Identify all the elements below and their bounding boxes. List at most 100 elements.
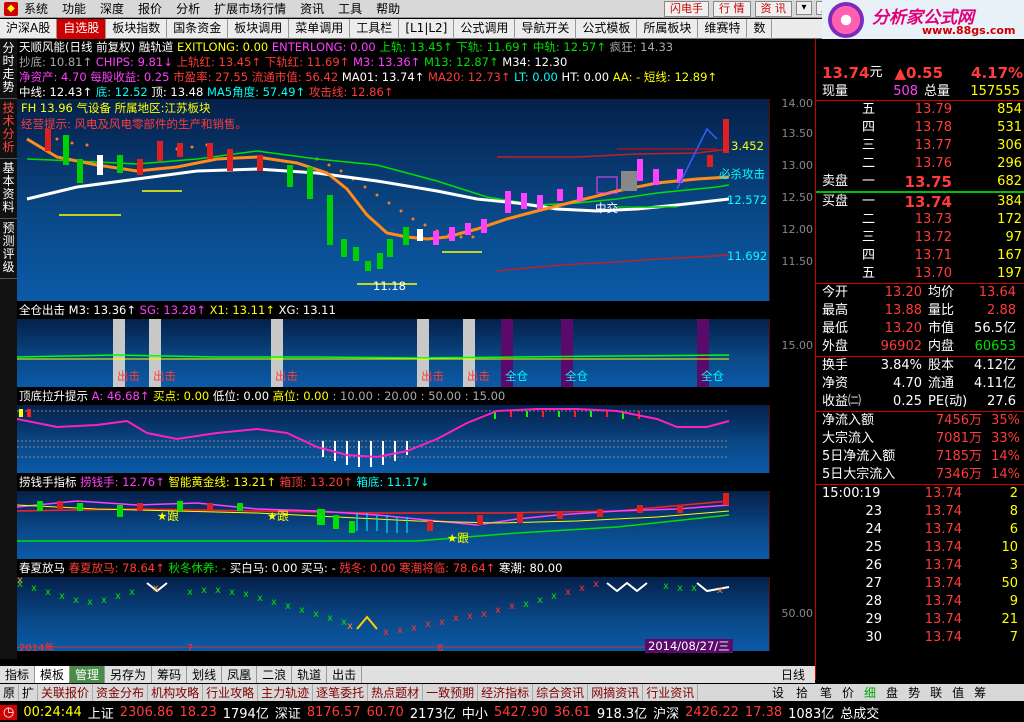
tab-formula-call[interactable]: 公式调用 (454, 19, 516, 39)
btab-industry[interactable]: 行业攻略 (203, 684, 259, 701)
hs-index-label[interactable]: 沪深 (653, 703, 679, 722)
bid-row[interactable]: 四 13.71 167 (816, 247, 1024, 265)
sz-index-label[interactable]: 深证 (275, 703, 301, 722)
btab-attack[interactable]: 出击 (327, 666, 363, 683)
menu-news[interactable]: 资讯 (300, 0, 324, 17)
period-daily[interactable]: 日线 (781, 666, 805, 683)
btab-indicator[interactable]: 指标 (0, 666, 36, 683)
btab-web-news[interactable]: 网摘资讯 (588, 684, 644, 701)
market-button[interactable]: 行 情 (713, 1, 751, 17)
sidetab-forecast[interactable]: 预测评级 (0, 219, 17, 279)
money-hand-plot[interactable]: ★跟 ★跟 ★跟 (16, 491, 769, 559)
tab-watchlist[interactable]: 自选股 (57, 19, 107, 39)
rptab-linked[interactable]: 联 (930, 684, 942, 701)
ask-volume: 682 (997, 174, 1022, 189)
full-position-panel[interactable]: 全仓出击 M3: 13.36↑ SG: 13.28↑ X1: 13.11↑ XG… (16, 301, 815, 387)
btab-fund-dist[interactable]: 资金分布 (93, 684, 149, 701)
spring-summer-plot[interactable]: xxxxxxxxx xxxxxxxxxxxx xxxxxx xxxxxxxxxx… (17, 575, 769, 654)
tab-national-funds[interactable]: 国条资金 (167, 19, 229, 39)
tick-time: 23 (865, 504, 882, 519)
btab-manage[interactable]: 管理 (70, 666, 106, 683)
tab-weisaite[interactable]: 维赛特 (698, 19, 748, 39)
btab-expand[interactable]: 扩 (19, 684, 39, 701)
btab-second-wave[interactable]: 二浪 (257, 666, 293, 683)
spring-summer-panel[interactable]: 春夏放马 春夏放马: 78.64↑ 秋冬休养: - 买白马: 0.00 买马: … (17, 559, 815, 654)
sidetab-intraday[interactable]: 分时走势 (0, 39, 17, 99)
year-label: 2014年 (19, 641, 54, 651)
ask-level: 二 (862, 156, 876, 171)
bid-row[interactable]: 二 13.73 172 (816, 211, 1024, 229)
btab-general-news[interactable]: 综合资讯 (533, 684, 589, 701)
news-button[interactable]: 资 讯 (754, 1, 792, 17)
btab-save-as[interactable]: 另存为 (105, 666, 153, 683)
rptab-price[interactable]: 价 (842, 684, 854, 701)
btab-consensus[interactable]: 一致预期 (423, 684, 479, 701)
tab-toolbar[interactable]: 工具栏 (350, 19, 400, 39)
tab-sector[interactable]: 所属板块 (637, 19, 699, 39)
menu-analysis[interactable]: 分析 (176, 0, 200, 17)
btab-pick[interactable]: 拾 (796, 684, 808, 701)
tab-sector-index[interactable]: 板块指数 (106, 19, 168, 39)
bid-row[interactable]: 三 13.72 97 (816, 229, 1024, 247)
btab-template[interactable]: 模板 (35, 666, 71, 683)
sidetab-technical[interactable]: 技术分析 (0, 99, 17, 159)
bid-row[interactable]: 买盘一 13.74 384 (816, 193, 1024, 211)
rptab-trades[interactable]: 笔 (820, 684, 832, 701)
price-change-pct: 4.17% (971, 64, 1024, 82)
ask-row[interactable]: 卖盘一 13.75 682 (816, 173, 1024, 191)
top-bottom-plot[interactable] (16, 405, 769, 473)
btab-main-track[interactable]: 主力轨迹 (258, 684, 314, 701)
menu-depth[interactable]: 深度 (100, 0, 124, 17)
ask-row[interactable]: 三 13.77 306 (816, 137, 1024, 155)
tab-menu-call[interactable]: 菜单调用 (289, 19, 351, 39)
btab-related-quote[interactable]: 关联报价 (38, 684, 94, 701)
menu-tools[interactable]: 工具 (338, 0, 362, 17)
ask-row[interactable]: 二 13.76 296 (816, 155, 1024, 173)
kline-plot[interactable]: 必杀攻击 中交 11.18 3.452 12.572 11.692 FH 13.… (17, 99, 769, 301)
ask-row[interactable]: 五 13.79 854 (816, 101, 1024, 119)
menu-system[interactable]: 系统 (24, 0, 48, 17)
menu-help[interactable]: 帮助 (376, 0, 400, 17)
money-hand-panel[interactable]: 捞钱手指标 捞钱手: 12.76↑ 智能黄金线: 13.21↑ 箱顶: 13.2… (16, 473, 815, 559)
tab-more[interactable]: 数 (747, 19, 773, 39)
menu-quote[interactable]: 报价 (138, 0, 162, 17)
rptab-book[interactable]: 盘 (886, 684, 898, 701)
top-bottom-panel[interactable]: 顶底拉升提示 A: 46.68↑ 买点: 0.00 低位: 0.00 高位: 0… (16, 387, 815, 473)
rptab-value[interactable]: 值 (952, 684, 964, 701)
bid-row[interactable]: 五 13.70 197 (816, 265, 1024, 283)
full-position-plot[interactable]: 出击 出击 出击 出击 出击 全仓 全仓 全仓 (16, 319, 769, 387)
chart-area[interactable]: 必杀攻击 中交 11.18 3.452 12.572 11.692 FH 13.… (16, 39, 815, 654)
btab-chips[interactable]: 筹码 (152, 666, 188, 683)
sidetab-fundamentals[interactable]: 基本资料 (0, 159, 17, 219)
tick-list[interactable]: 15:00:19 13.74 2 23 13.74 8 24 13.74 6 25 13.74… (816, 484, 1024, 647)
ask-row[interactable]: 四 13.78 531 (816, 119, 1024, 137)
sme-index-label[interactable]: 中小 (462, 703, 488, 722)
rptab-chips[interactable]: 筹 (974, 684, 986, 701)
tab-hs-a[interactable]: 沪深A股 (0, 19, 58, 39)
btab-track[interactable]: 轨道 (292, 666, 328, 683)
ytick: 11.50 (781, 255, 814, 268)
tab-sector-call[interactable]: 板块调用 (228, 19, 290, 39)
lightning-trade-button[interactable]: 闪电手 (664, 1, 709, 17)
rptab-trend[interactable]: 势 (908, 684, 920, 701)
menu-extended-market[interactable]: 扩展市场行情 (214, 0, 286, 17)
btab-hot-topic[interactable]: 热点题材 (368, 684, 424, 701)
btab-settings[interactable]: 设 (772, 684, 784, 701)
sh-index-label[interactable]: 上证 (88, 703, 114, 722)
btab-draw-line[interactable]: 划线 (187, 666, 223, 683)
tab-formula-template[interactable]: 公式模板 (576, 19, 638, 39)
btab-original[interactable]: 原 (0, 684, 20, 701)
main-kline-panel[interactable]: 必杀攻击 中交 11.18 3.452 12.572 11.692 FH 13.… (17, 39, 815, 301)
btab-tick-order[interactable]: 逐笔委托 (313, 684, 369, 701)
btab-industry-news[interactable]: 行业资讯 (643, 684, 699, 701)
tab-l1-l2[interactable]: [L1|L2] (399, 19, 455, 39)
stat-row: 最低 13.20 市值 56.5亿 (822, 320, 1024, 338)
btab-institution[interactable]: 机构攻略 (148, 684, 204, 701)
rptab-detail[interactable]: 细 (864, 684, 876, 701)
btab-economic[interactable]: 经济指标 (478, 684, 534, 701)
dropdown-icon[interactable]: ▾ (796, 1, 812, 15)
tick-time: 28 (865, 594, 882, 609)
menu-function[interactable]: 功能 (62, 0, 86, 17)
btab-phoenix[interactable]: 凤凰 (222, 666, 258, 683)
tab-nav-switch[interactable]: 导航开关 (515, 19, 577, 39)
